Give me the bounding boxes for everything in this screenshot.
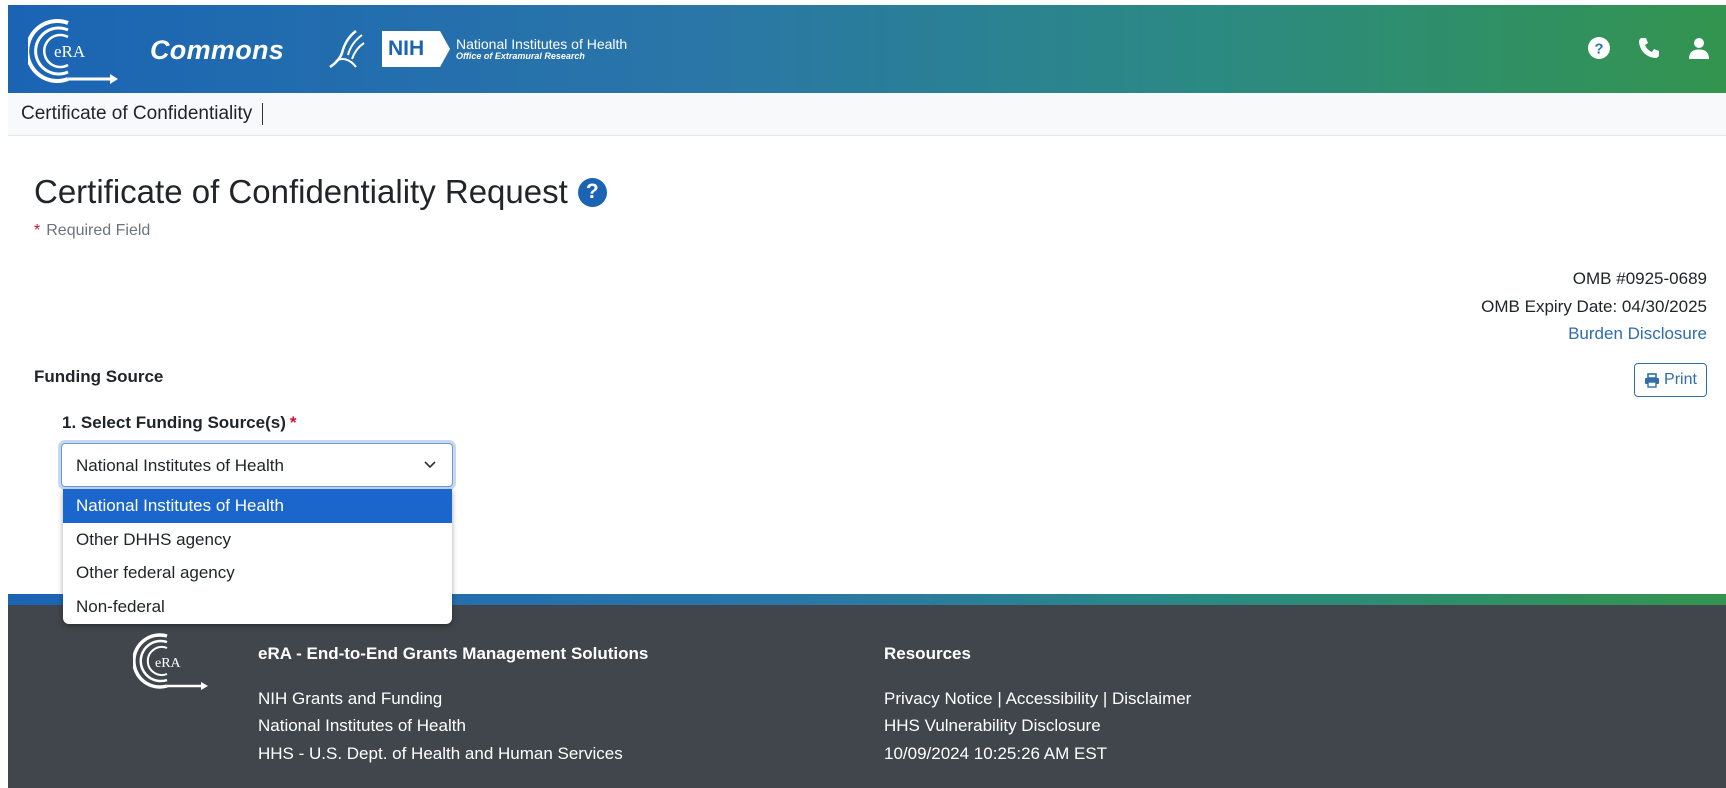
nih-logo[interactable]: NIH National Institutes of Health Office… [382, 31, 627, 67]
required-star: * [289, 413, 297, 432]
footer-column-era: eRA - End-to-End Grants Management Solut… [258, 640, 648, 767]
omb-number: OMB #0925-0689 [1572, 269, 1707, 288]
footer-heading: Resources [884, 644, 971, 663]
phone-icon[interactable] [1636, 35, 1662, 61]
footer-link[interactable]: National Institutes of Health [258, 712, 648, 740]
print-label: Print [1664, 371, 1697, 388]
dropdown-option[interactable]: Non-federal [63, 590, 452, 624]
footer-heading: eRA - End-to-End Grants Management Solut… [258, 644, 649, 663]
nih-badge: NIH [382, 31, 450, 67]
footer-link[interactable]: NIH Grants and Funding [258, 685, 648, 713]
era-logo[interactable]: eRA [28, 15, 118, 85]
footer-link[interactable]: HHS Vulnerability Disclosure [884, 712, 1191, 740]
required-field-note: * Required Field [34, 222, 150, 240]
footer-timestamp: 10/09/2024 10:25:26 AM EST [884, 743, 1108, 763]
funding-source-select[interactable]: National Institutes of Health [61, 443, 453, 487]
funding-source-label-text: 1. Select Funding Source(s) [62, 413, 286, 432]
required-star: * [34, 222, 41, 239]
module-title[interactable]: Certificate of Confidentiality [21, 103, 264, 125]
funding-source-label: 1. Select Funding Source(s) * [62, 413, 297, 433]
footer: eRA eRA - End-to-End Grants Management S… [8, 605, 1726, 788]
omb-info: OMB #0925-0689 OMB Expiry Date: 04/30/20… [1481, 265, 1707, 348]
chevron-down-icon [424, 461, 436, 469]
dropdown-option[interactable]: Other federal agency [63, 557, 452, 591]
question-circle-icon[interactable]: ? [577, 177, 607, 207]
footer-link[interactable]: HHS - U.S. Dept. of Health and Human Ser… [258, 740, 648, 768]
user-icon[interactable] [1686, 35, 1712, 61]
page-title-text: Certificate of Confidentiality Request [34, 173, 568, 210]
footer-link[interactable]: Privacy Notice | Accessibility | Disclai… [884, 685, 1191, 713]
print-icon [1645, 372, 1660, 388]
footer-column-resources: Resources Privacy Notice | Accessibility… [884, 640, 1191, 767]
svg-text:eRA: eRA [54, 42, 86, 61]
footer-era-logo[interactable]: eRA [133, 630, 209, 692]
burden-disclosure-link[interactable]: Burden Disclosure [1481, 320, 1707, 348]
page-title: Certificate of Confidentiality Request ? [34, 173, 607, 211]
svg-text:?: ? [1594, 41, 1603, 58]
sub-navigation: Certificate of Confidentiality [8, 93, 1726, 136]
funding-source-selected-value: National Institutes of Health [76, 456, 284, 475]
omb-expiry: OMB Expiry Date: 04/30/2025 [1481, 296, 1707, 316]
funding-source-heading: Funding Source [34, 367, 164, 386]
nih-text: National Institutes of Health Office of … [456, 37, 627, 61]
dropdown-option[interactable]: Other DHHS agency [63, 523, 452, 557]
top-header: eRA Commons NIH National Institutes of H… [8, 5, 1726, 93]
nih-subtitle: Office of Extramural Research [456, 50, 585, 61]
svg-text:eRA: eRA [155, 656, 182, 671]
page-frame: eRA Commons NIH National Institutes of H… [8, 5, 1726, 788]
funding-source-dropdown: National Institutes of Health Other DHHS… [63, 489, 452, 624]
help-icon[interactable]: ? [1586, 35, 1612, 61]
header-icons: ? [1586, 35, 1712, 61]
dropdown-option[interactable]: National Institutes of Health [63, 489, 452, 523]
print-button[interactable]: Print [1634, 363, 1707, 397]
nih-title: National Institutes of Health [456, 35, 628, 52]
app-name: Commons [150, 35, 285, 65]
hhs-eagle-icon [329, 30, 365, 69]
required-text: Required Field [46, 222, 151, 239]
